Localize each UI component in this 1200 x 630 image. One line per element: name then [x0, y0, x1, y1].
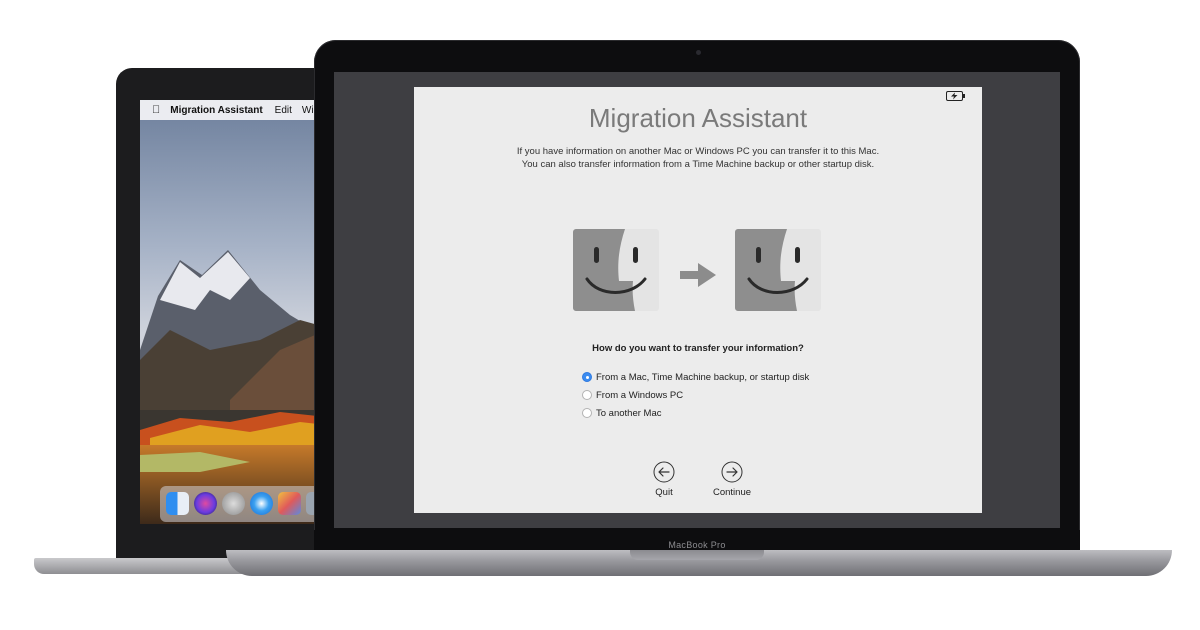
quit-button[interactable]: Quit: [634, 461, 694, 498]
radio-to-another-mac[interactable]: [582, 408, 592, 418]
option-from-mac-label: From a Mac, Time Machine backup, or star…: [596, 371, 810, 383]
launchpad-icon[interactable]: [222, 492, 245, 515]
forward-arrow-icon: [721, 461, 743, 483]
back-macbook-screen:  Migration Assistant Edit Wi: [140, 100, 336, 524]
menu-item-window[interactable]: Wi: [302, 105, 314, 116]
migration-assistant-window: Migration Assistant If you have informat…: [414, 87, 982, 513]
transfer-question: How do you want to transfer your informa…: [592, 343, 804, 354]
option-from-windows[interactable]: From a Windows PC: [582, 386, 809, 404]
destination-finder-icon: [735, 229, 821, 311]
transfer-arrow-icon: [680, 263, 716, 287]
menu-bar:  Migration Assistant Edit Wi: [140, 100, 336, 120]
intro-line-2: You can also transfer information from a…: [521, 159, 875, 170]
model-label: MacBook Pro: [668, 540, 726, 550]
menu-item-edit[interactable]: Edit: [275, 105, 292, 116]
option-from-windows-label: From a Windows PC: [596, 389, 684, 401]
option-to-another-mac[interactable]: To another Mac: [582, 404, 809, 422]
transfer-options: From a Mac, Time Machine backup, or star…: [582, 368, 809, 422]
finder-icon[interactable]: [166, 492, 189, 515]
menu-app-name[interactable]: Migration Assistant: [170, 105, 262, 116]
radio-from-mac[interactable]: [582, 372, 592, 382]
continue-button[interactable]: Continue: [702, 461, 762, 498]
radio-from-windows[interactable]: [582, 390, 592, 400]
option-from-mac[interactable]: From a Mac, Time Machine backup, or star…: [582, 368, 809, 386]
siri-icon[interactable]: [194, 492, 217, 515]
dock: [160, 486, 336, 522]
lid-opening-notch: [630, 550, 764, 560]
camera-icon: [696, 50, 701, 55]
source-finder-icon: [573, 229, 659, 311]
continue-label: Continue: [712, 487, 752, 498]
page-title: Migration Assistant: [588, 103, 808, 133]
option-to-another-mac-label: To another Mac: [596, 407, 662, 419]
high-sierra-wallpaper: [140, 100, 336, 524]
quit-label: Quit: [655, 487, 673, 498]
safari-icon[interactable]: [250, 492, 273, 515]
intro-text: If you have information on another Mac o…: [414, 145, 982, 171]
photos-icon[interactable]: [278, 492, 301, 515]
back-arrow-icon: [653, 461, 675, 483]
battery-charging-icon: [946, 91, 965, 101]
intro-line-1: If you have information on another Mac o…: [516, 146, 880, 157]
apple-menu-icon[interactable]: : [152, 104, 160, 116]
